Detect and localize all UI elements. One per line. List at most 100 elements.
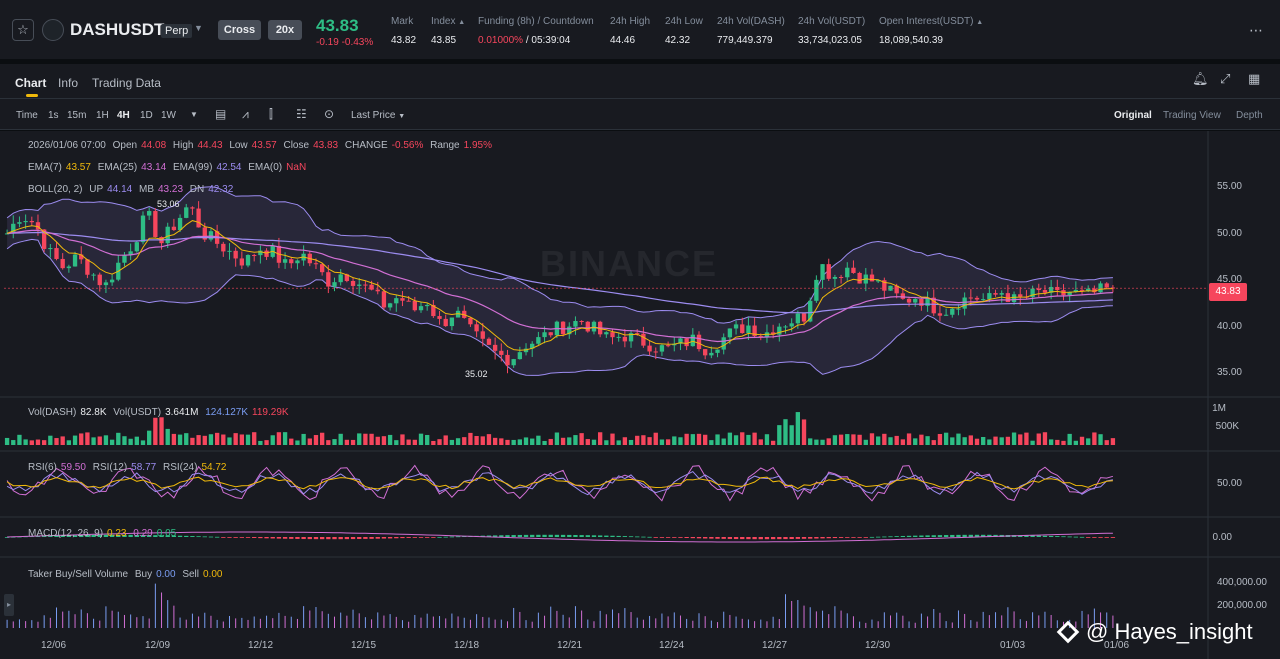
candle-body [820,264,825,280]
candle-body [721,337,726,350]
volume-bar [610,433,615,445]
alert-bell-icon[interactable]: 🔔︎ [1192,71,1209,87]
volume-bar [449,439,455,445]
volume-bar [585,439,590,445]
date-label: 12/06 [41,640,67,651]
macd-bar [233,537,238,538]
interval-15m[interactable]: 15m [67,110,86,121]
macd-bar [412,537,417,538]
candle-body [23,221,28,223]
volume-bar [264,440,269,445]
candle-body [1055,286,1060,291]
candle-body [319,264,325,273]
candle-body [233,250,238,259]
macd-bar [1079,536,1085,538]
macd-bar [449,536,455,538]
volume-bar [851,434,856,445]
volume-bar [66,440,72,445]
volume-bar [647,437,652,445]
candle-body [968,297,973,299]
candle-body [332,282,337,287]
more-icon[interactable]: ⋯ [1249,22,1264,39]
volume-bar [746,434,751,445]
symbol-dropdown-icon[interactable]: ▼ [194,23,203,33]
interval-dropdown-icon[interactable]: ▼ [190,110,198,119]
volume-bar [875,436,881,445]
macd-bar [1092,537,1097,538]
candle-body [838,276,844,278]
candle-body [221,243,226,252]
interval-4h[interactable]: 4H [117,110,130,121]
chart-type-icon[interactable]: ⫿ [269,107,273,122]
drawing-tools-icon[interactable]: ⊙ [324,107,334,121]
candle-body [425,304,430,307]
volume-bar [17,434,22,445]
volume-bar [684,433,689,445]
stat-24h-high: 24h High 44.46 [610,16,651,46]
volume-bar [153,417,158,445]
candle-body [659,345,665,352]
volume-bar [400,434,405,445]
tab-trading-data[interactable]: Trading Data [92,76,161,90]
collapse-panel-icon[interactable]: ▸ [4,594,14,616]
tab-info[interactable]: Info [58,76,78,90]
view-depth[interactable]: Depth [1236,110,1263,121]
macd-bar [1098,537,1103,538]
indicator-icon[interactable]: ⩘ [242,107,249,122]
calendar-icon[interactable]: ▤ [215,107,226,121]
volume-bar [270,435,275,445]
candle-body [579,320,584,322]
macd-bar [703,537,708,539]
volume-bar [357,433,362,445]
symbol-name[interactable]: DASHUSDT [70,20,164,40]
candle-body [486,338,492,345]
expand-icon[interactable]: ⤢ [1220,71,1230,87]
volume-bar [1079,436,1085,445]
volume-bar [659,439,665,445]
margin-mode-button[interactable]: Cross [218,20,261,40]
candle-body [1018,294,1023,297]
interval-time[interactable]: Time [16,110,38,121]
macd-bar [801,537,807,539]
interval-1s[interactable]: 1s [48,110,59,121]
volume-bar [826,438,831,445]
macd-bar [1104,537,1109,538]
macd-bar [1055,536,1060,537]
interval-1w[interactable]: 1W [161,110,176,121]
macd-bar [826,537,831,539]
macd-bar [882,536,887,538]
volume-bar [548,438,553,445]
interval-1d[interactable]: 1D [140,110,153,121]
leverage-button[interactable]: 20x [268,20,302,40]
candle-body [147,211,152,216]
volume-bar [814,439,819,445]
interval-1h[interactable]: 1H [96,110,109,121]
volume-bar [597,432,603,445]
volume-bar [1061,440,1066,445]
view-original[interactable]: Original [1114,110,1152,121]
price-type-select[interactable]: Last Price ▼ [351,110,405,121]
volume-bar [363,433,368,445]
rsi-legend: RSI(6) 59.50 RSI(12) 58.77 RSI(24) 54.72 [28,462,227,473]
tab-chart[interactable]: Chart [15,76,46,90]
settings-icon[interactable]: ☷ [296,107,307,121]
grid-layout-icon[interactable]: ▦ [1248,71,1260,87]
macd-bar [845,537,850,538]
candle-body [647,345,652,352]
macd-bar [511,535,516,537]
volume-bar [1086,438,1091,445]
marked-high-label: 53.06 [157,199,180,209]
volume-bar [672,436,677,445]
favorite-star-icon[interactable]: ☆ [12,19,34,41]
chart-area[interactable]: BINANCE 2026/01/06 07:00 Open 44.08 High 4… [0,131,1280,659]
view-trading-view[interactable]: Trading View [1163,110,1221,121]
macd-bar [925,535,930,537]
macd-bar [208,536,214,538]
macd-bar [560,534,566,537]
price-axis-label: 50.00 [1216,228,1242,239]
volume-bar [103,435,109,445]
volume-bar [116,432,121,445]
candle-body [783,326,788,328]
volume-bar [740,432,745,445]
macd-bar [721,537,726,539]
